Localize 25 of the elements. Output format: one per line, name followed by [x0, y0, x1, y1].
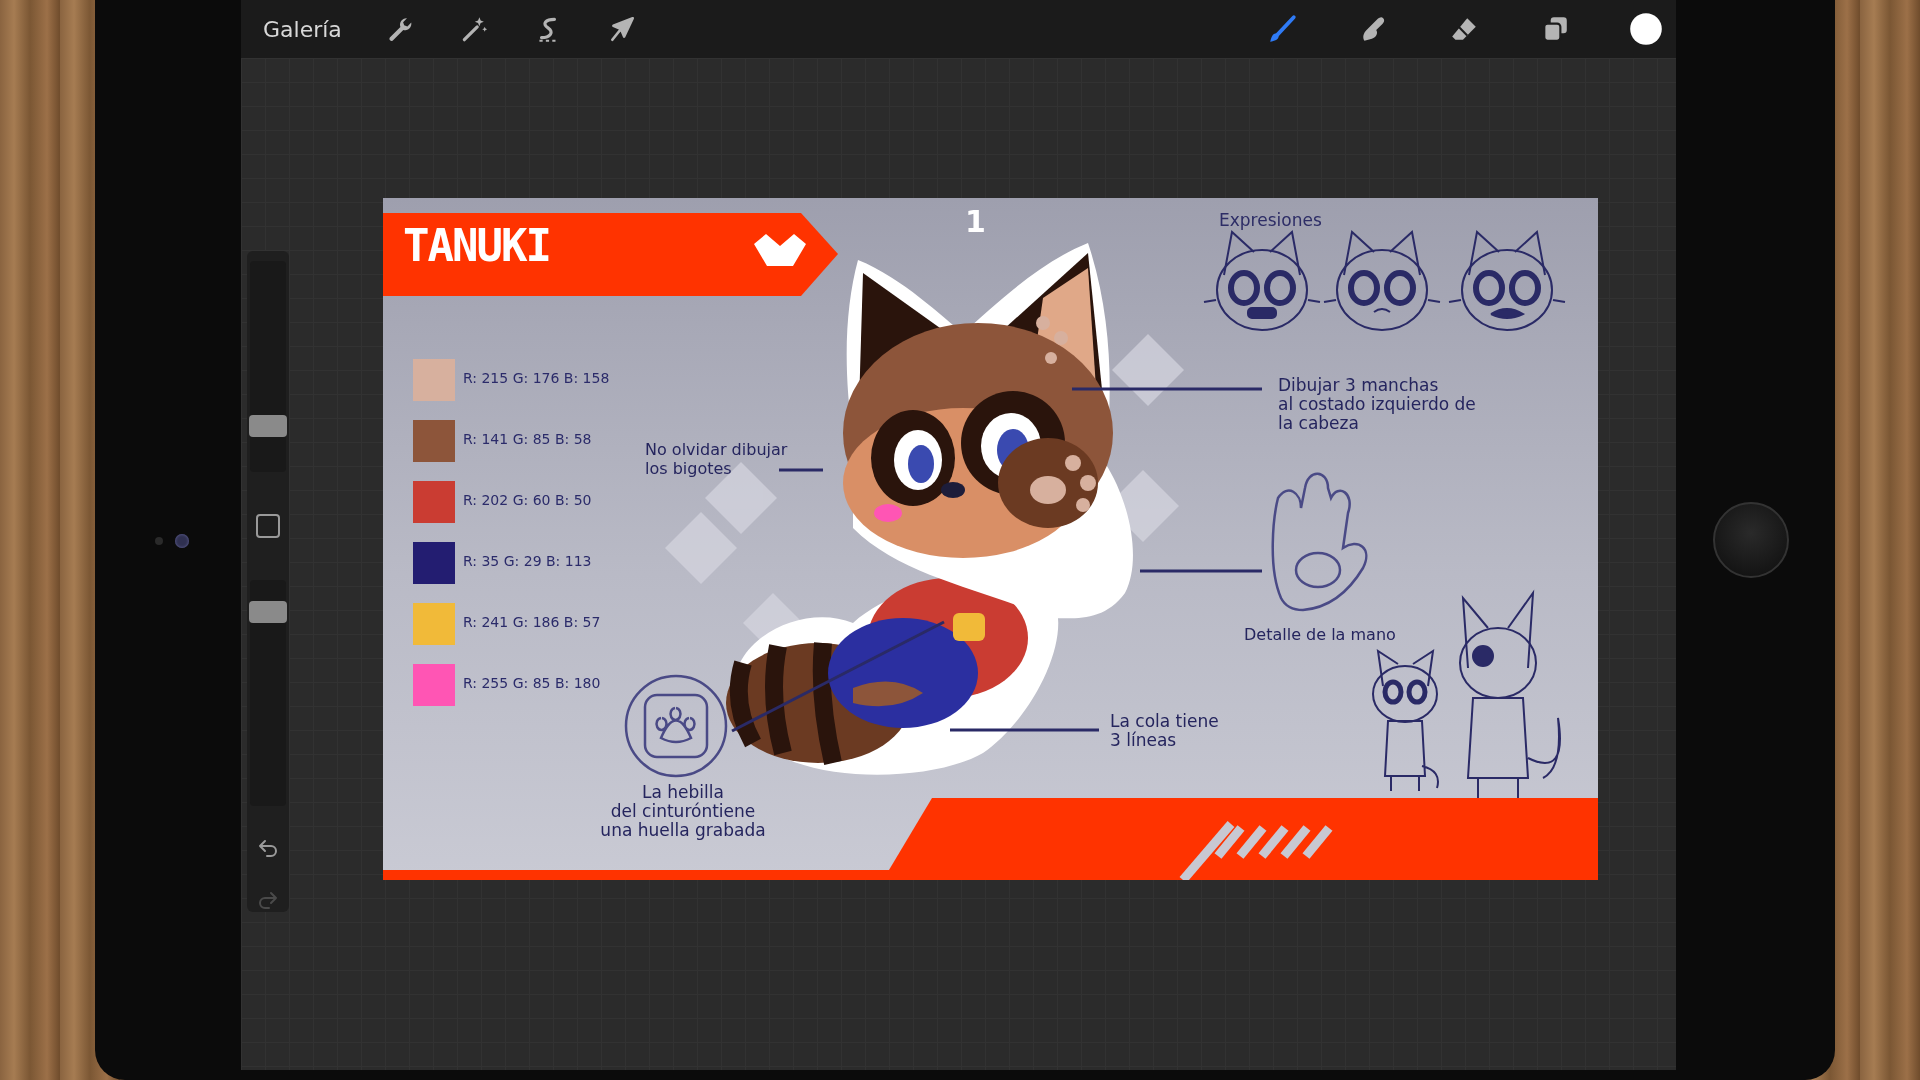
slider-thumb[interactable] — [249, 600, 287, 623]
annotation-text: No olvidar dibujar los bigotes — [645, 440, 788, 478]
color-value: R: 215 G: 176 B: 158 — [463, 370, 610, 386]
slider-thumb[interactable] — [249, 415, 287, 437]
modify-button[interactable] — [256, 514, 280, 538]
annotation-text: La hebilla del cinturóntiene una huella grabada — [599, 783, 767, 840]
color-value: R: 202 G: 60 B: 50 — [463, 492, 592, 508]
leader-line — [779, 468, 823, 472]
camera-icon — [155, 537, 163, 545]
color-value: R: 241 G: 186 B: 57 — [463, 614, 601, 630]
opacity-slider[interactable] — [250, 579, 286, 806]
title-text: TANUKI — [403, 224, 550, 268]
brush-size-slider[interactable] — [250, 261, 286, 473]
section-label: Expresiones — [1219, 210, 1322, 230]
color-value: R: 35 G: 29 B: 113 — [463, 553, 592, 569]
annotation-text: Detalle de la mano — [1244, 625, 1396, 644]
color-value: R: 255 G: 85 B: 180 — [463, 675, 601, 691]
color-circle-icon[interactable] — [1628, 11, 1664, 47]
annotation-text: La cola tiene 3 líneas — [1110, 712, 1219, 750]
camera-icon — [175, 534, 189, 548]
page-number: 1 — [965, 204, 986, 239]
annotation-text: Dibujar 3 manchas al costado izquierdo de la cabeza — [1278, 376, 1476, 433]
logo-icon — [754, 234, 806, 266]
gallery-link[interactable]: Galería — [263, 16, 342, 42]
color-value: R: 141 G: 85 B: 58 — [463, 431, 592, 447]
